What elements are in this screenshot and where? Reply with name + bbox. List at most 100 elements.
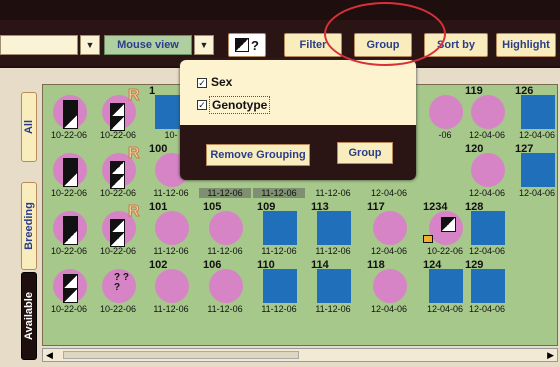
- mouse-cell[interactable]: R 10-22-06: [96, 143, 141, 199]
- mouse-cell[interactable]: R 10-22-06: [96, 201, 141, 257]
- birth-date: 10-22-06: [50, 188, 88, 198]
- mouse-id: 120: [465, 143, 484, 155]
- female-mouse-icon[interactable]: [373, 211, 407, 245]
- genotype-label: Genotype: [209, 96, 271, 114]
- sex-checkbox[interactable]: ✓: [197, 78, 207, 88]
- remove-grouping-button[interactable]: Remove Grouping: [206, 144, 310, 166]
- male-mouse-icon[interactable]: [521, 153, 555, 187]
- mouse-cell[interactable]: 119 12-04-06: [465, 85, 509, 140]
- male-mouse-icon[interactable]: [263, 211, 297, 245]
- r-badge-icon: R: [128, 145, 141, 163]
- tab-available[interactable]: Available: [21, 272, 37, 360]
- female-mouse-icon[interactable]: [209, 269, 243, 303]
- birth-date: 12-04-06: [468, 246, 506, 256]
- scroll-left-icon[interactable]: ◀: [46, 350, 53, 361]
- birth-date: 11-12-06: [315, 304, 351, 314]
- mouse-cell[interactable]: 10-22-06: [47, 143, 91, 198]
- female-mouse-icon[interactable]: [209, 211, 243, 245]
- mouse-cell[interactable]: 118 12-04-06: [367, 259, 411, 314]
- colony-dropdown-arrow-icon[interactable]: ▼: [80, 35, 100, 55]
- male-mouse-icon[interactable]: [263, 269, 297, 303]
- tab-all[interactable]: All: [21, 92, 37, 162]
- mouse-cell[interactable]: 120 12-04-06: [465, 143, 509, 198]
- highlight-button[interactable]: Highlight: [496, 33, 556, 57]
- birth-date: 11-12-06: [153, 304, 189, 314]
- mouse-cell[interactable]: 113 11-12-06: [311, 201, 355, 256]
- mouse-id: 105: [203, 201, 222, 213]
- birth-date: 10-22-06: [99, 188, 137, 198]
- colony-select[interactable]: [0, 35, 78, 55]
- view-dropdown-arrow-icon[interactable]: ▼: [194, 35, 214, 55]
- mouse-cell[interactable]: ? ? ? 10-22-06: [96, 259, 140, 314]
- birth-date: 11-12-06: [261, 304, 297, 314]
- view-select[interactable]: Mouse view: [104, 35, 192, 55]
- birth-date: 10-22-06: [50, 304, 88, 314]
- female-mouse-icon[interactable]: [373, 269, 407, 303]
- mouse-cell[interactable]: 10-22-06: [47, 259, 91, 314]
- birth-date: 11-12-06: [153, 246, 189, 256]
- r-badge-icon: R: [128, 203, 141, 221]
- apply-group-button[interactable]: Group: [337, 142, 393, 164]
- genotype-icon: [441, 217, 456, 232]
- birth-date: 12-04-06: [468, 130, 506, 140]
- sex-label: Sex: [211, 75, 233, 89]
- birth-date: 10-22-06: [99, 304, 137, 314]
- mouse-id: 100: [149, 143, 168, 155]
- genotype-icon: [63, 288, 78, 303]
- female-mouse-icon[interactable]: [155, 269, 189, 303]
- mouse-cell[interactable]: 128 12-04-06: [465, 201, 509, 256]
- female-mouse-icon[interactable]: [155, 211, 189, 245]
- mouse-cell[interactable]: 129 12-04-06: [465, 259, 509, 314]
- genotype-icon: [63, 230, 78, 245]
- birth-date: 12-04-06: [468, 188, 506, 198]
- genotype-legend-icon: [235, 38, 250, 52]
- male-mouse-icon[interactable]: [471, 269, 505, 303]
- mouse-cell[interactable]: [515, 259, 557, 313]
- male-mouse-icon[interactable]: [317, 269, 351, 303]
- birth-date: 12-04-06: [518, 188, 556, 198]
- birth-date: 10-22-06: [99, 246, 137, 256]
- birth-date: 10-22-06: [50, 246, 88, 256]
- genotype-icon: [110, 116, 125, 131]
- mouse-cell[interactable]: 109 11-12-06: [257, 201, 301, 256]
- scroll-right-icon[interactable]: ▶: [547, 350, 554, 361]
- mouse-cell[interactable]: 10-22-06: [47, 85, 91, 140]
- mouse-cell[interactable]: 127 12-04-06: [515, 143, 557, 198]
- mouse-cell[interactable]: 106 11-12-06: [203, 259, 247, 314]
- female-mouse-icon[interactable]: [429, 95, 463, 129]
- mouse-id: 102: [149, 259, 168, 271]
- male-mouse-icon[interactable]: [317, 211, 351, 245]
- male-mouse-icon[interactable]: [429, 269, 463, 303]
- birth-date: 11-12-06: [153, 188, 189, 198]
- annotation-circle: [324, 2, 446, 66]
- female-mouse-icon[interactable]: [471, 95, 505, 129]
- birth-date: 11-12-06: [315, 246, 351, 256]
- scrollbar-thumb[interactable]: [63, 351, 299, 359]
- legend-button[interactable]: ?: [228, 33, 266, 57]
- mouse-cell[interactable]: 10-22-06: [47, 201, 91, 256]
- birth-date: 11-12-06: [261, 246, 297, 256]
- horizontal-scrollbar[interactable]: ◀ ▶: [42, 348, 558, 362]
- mouse-cell[interactable]: [515, 201, 557, 255]
- mouse-cell[interactable]: 117 12-04-06: [367, 201, 411, 256]
- genotype-icon: [63, 274, 78, 289]
- female-mouse-icon[interactable]: [471, 153, 505, 187]
- flag-icon: [423, 235, 433, 243]
- mouse-cell[interactable]: 114 11-12-06: [311, 259, 355, 314]
- birth-date: 12-04-06: [518, 130, 556, 140]
- mouse-cell[interactable]: 102 11-12-06: [149, 259, 193, 314]
- mouse-cell[interactable]: 110 11-12-06: [257, 259, 301, 314]
- birth-date: 11-12-06: [199, 188, 251, 198]
- mouse-cell[interactable]: R 10-22-06: [96, 85, 140, 141]
- tab-breeding[interactable]: Breeding: [21, 182, 37, 270]
- mouse-cell[interactable]: 105 11-12-06: [203, 201, 247, 256]
- genotype-checkbox[interactable]: ✓: [197, 100, 207, 110]
- male-mouse-icon[interactable]: [521, 95, 555, 129]
- male-mouse-icon[interactable]: [471, 211, 505, 245]
- mouse-id: 106: [203, 259, 222, 271]
- mouse-cell[interactable]: 126 12-04-06: [515, 85, 557, 140]
- genotype-icon: [110, 232, 125, 247]
- mouse-cell[interactable]: 101 11-12-06: [149, 201, 193, 256]
- unknown-genotype-icon: ? ? ?: [114, 272, 129, 293]
- birth-date: 12-04-06: [370, 304, 408, 314]
